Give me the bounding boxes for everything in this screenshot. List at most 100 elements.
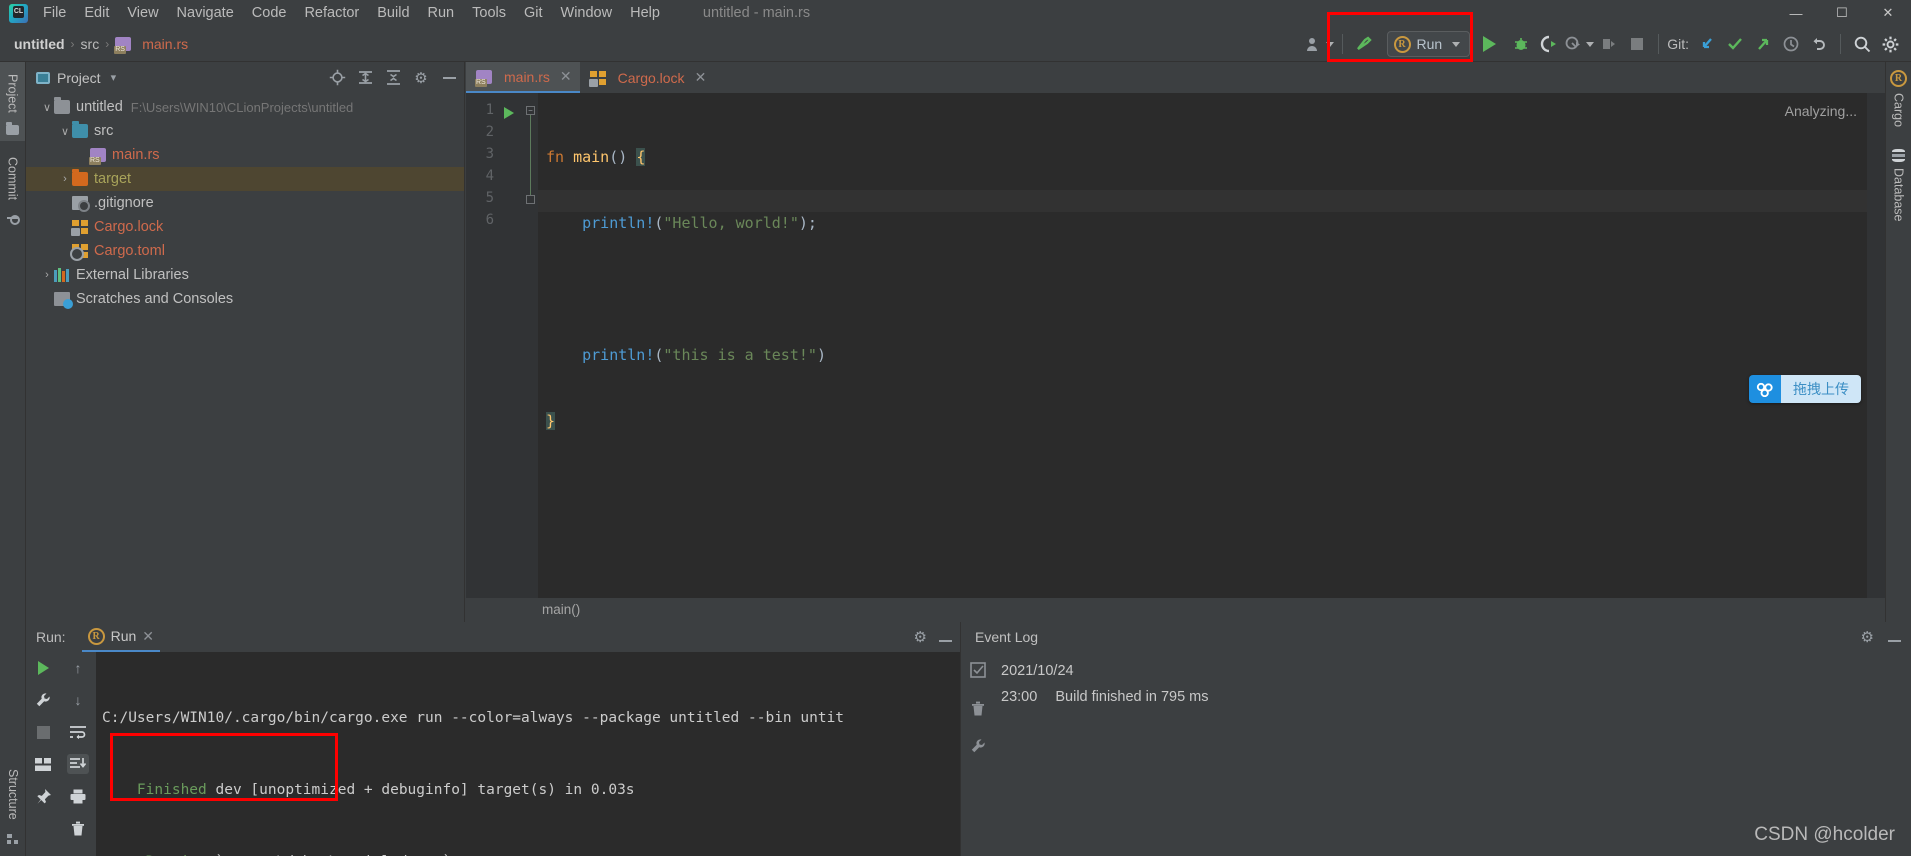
trash-icon[interactable] <box>67 818 89 838</box>
menu-tools[interactable]: Tools <box>463 2 515 24</box>
user-avatar-icon[interactable] <box>1305 31 1334 57</box>
fold-end-icon[interactable] <box>526 195 535 204</box>
tree-row-src[interactable]: ∨ src <box>26 119 464 143</box>
run-configuration-selector[interactable]: R Run <box>1386 31 1471 57</box>
search-everywhere-icon[interactable] <box>1849 31 1875 57</box>
run-panel-header: Run: R Run ✕ ⚙ <box>26 622 960 652</box>
git-commit-check-icon[interactable] <box>1722 31 1748 57</box>
attach-process-icon[interactable] <box>1596 31 1622 57</box>
stop-icon[interactable] <box>1624 31 1650 57</box>
chevron-right-icon[interactable]: › <box>40 269 54 281</box>
run-tab[interactable]: R Run ✕ <box>81 622 160 652</box>
collapse-all-icon[interactable] <box>384 69 402 87</box>
tree-row-main-rs[interactable]: main.rs <box>26 143 464 167</box>
tree-row-untitled[interactable]: ∨ untitled F:\Users\WIN10\CLionProjects\… <box>26 95 464 119</box>
mark-read-icon[interactable] <box>967 660 989 680</box>
git-push-icon[interactable] <box>1750 31 1776 57</box>
tree-row-gitignore[interactable]: .gitignore <box>26 191 464 215</box>
menu-window[interactable]: Window <box>552 2 622 24</box>
locate-icon[interactable] <box>328 69 346 87</box>
tree-row-external-libraries[interactable]: › External Libraries <box>26 263 464 287</box>
menu-view[interactable]: View <box>118 2 167 24</box>
code-editor[interactable]: 1 2 3 4 5 6 − fn main() { println!("Hell… <box>466 93 1885 622</box>
profiler-icon[interactable] <box>1564 31 1595 57</box>
settings-gear-icon[interactable]: ⚙ <box>1861 628 1874 646</box>
tab-main-rs[interactable]: main.rs ✕ <box>466 62 580 93</box>
menu-navigate[interactable]: Navigate <box>168 2 243 24</box>
git-update-icon[interactable] <box>1694 31 1720 57</box>
debug-bug-icon[interactable] <box>1508 31 1534 57</box>
editor-gutter[interactable]: 1 2 3 4 5 6 − <box>466 93 538 622</box>
hide-icon[interactable] <box>440 69 458 87</box>
wrench-icon[interactable] <box>32 690 54 710</box>
up-arrow-icon[interactable]: ↑ <box>67 658 89 678</box>
rerun-icon[interactable] <box>32 658 54 678</box>
tree-row-scratches[interactable]: Scratches and Consoles <box>26 287 464 311</box>
tree-label: target <box>94 171 132 187</box>
settings-gear-icon[interactable] <box>1877 31 1903 57</box>
chevron-down-icon[interactable]: ∨ <box>40 101 54 114</box>
trash-icon[interactable] <box>967 698 989 718</box>
sidebar-item-database[interactable]: Database <box>1886 141 1911 236</box>
rust-file-icon <box>114 36 132 54</box>
fold-collapse-icon[interactable]: − <box>526 106 535 115</box>
code-content[interactable]: fn main() { println!("Hello, world!"); p… <box>538 93 1885 622</box>
breadcrumb-item-project[interactable]: untitled <box>14 36 65 52</box>
expand-all-icon[interactable] <box>356 69 374 87</box>
maximize-button[interactable]: ☐ <box>1819 0 1865 26</box>
chevron-down-icon[interactable]: ∨ <box>58 125 72 138</box>
tree-label: src <box>94 123 114 139</box>
marker-lane[interactable] <box>1867 93 1885 622</box>
menu-file[interactable]: File <box>34 2 75 24</box>
run-coverage-icon[interactable] <box>1536 31 1562 57</box>
console-text: C:/Users/WIN10/.cargo/bin/cargo.exe run … <box>102 710 845 726</box>
menu-git[interactable]: Git <box>515 2 552 24</box>
breadcrumb-item-file[interactable]: main.rs <box>142 36 188 52</box>
upload-widget[interactable]: 拖拽上传 <box>1749 375 1861 403</box>
hide-icon[interactable] <box>939 629 952 645</box>
layout-icon[interactable] <box>32 754 54 774</box>
stop-icon[interactable] <box>32 722 54 742</box>
line-number: 2 <box>485 124 494 140</box>
menu-refactor[interactable]: Refactor <box>295 2 368 24</box>
run-console-output[interactable]: C:/Users/WIN10/.cargo/bin/cargo.exe run … <box>96 652 960 856</box>
line-number: 3 <box>485 146 494 162</box>
minimize-button[interactable]: — <box>1773 0 1819 26</box>
menu-build[interactable]: Build <box>368 2 418 24</box>
scroll-to-end-icon[interactable] <box>67 754 89 774</box>
tree-row-target[interactable]: › target <box>26 167 464 191</box>
close-button[interactable]: ✕ <box>1865 0 1911 26</box>
rust-icon: R <box>87 627 105 645</box>
chevron-down-icon[interactable]: ▾ <box>111 71 117 84</box>
close-icon[interactable]: ✕ <box>560 68 572 85</box>
undo-icon[interactable] <box>1806 31 1832 57</box>
tab-cargo-lock[interactable]: Cargo.lock ✕ <box>580 62 715 93</box>
sidebar-item-project[interactable]: Project <box>0 62 25 141</box>
sidebar-item-commit[interactable]: Commit <box>0 141 25 234</box>
wrench-icon[interactable] <box>967 736 989 756</box>
print-icon[interactable] <box>67 786 89 806</box>
chevron-right-icon[interactable]: › <box>58 173 72 185</box>
sidebar-item-cargo[interactable]: R Cargo <box>1886 62 1911 141</box>
menu-help[interactable]: Help <box>621 2 669 24</box>
settings-gear-icon[interactable]: ⚙ <box>914 628 927 646</box>
soft-wrap-icon[interactable] <box>67 722 89 742</box>
close-icon[interactable]: ✕ <box>695 69 707 86</box>
console-line: Finished dev [unoptimized + debuginfo] t… <box>102 778 960 802</box>
menu-code[interactable]: Code <box>243 2 296 24</box>
close-icon[interactable]: ✕ <box>142 628 154 645</box>
down-arrow-icon[interactable]: ↓ <box>67 690 89 710</box>
run-button[interactable] <box>1472 31 1506 57</box>
build-hammer-icon[interactable] <box>1351 31 1377 57</box>
git-history-icon[interactable] <box>1778 31 1804 57</box>
pin-icon[interactable] <box>32 786 54 806</box>
tree-row-cargo-toml[interactable]: Cargo.toml <box>26 239 464 263</box>
breadcrumb-item-src[interactable]: src <box>81 36 100 52</box>
tree-row-cargo-lock[interactable]: Cargo.lock <box>26 215 464 239</box>
run-gutter-icon[interactable] <box>504 107 514 119</box>
menu-run[interactable]: Run <box>419 2 464 24</box>
gear-icon[interactable]: ⚙ <box>412 69 430 87</box>
hide-icon[interactable] <box>1888 629 1901 645</box>
sidebar-item-structure[interactable]: Structure <box>0 763 26 848</box>
menu-edit[interactable]: Edit <box>75 2 118 24</box>
